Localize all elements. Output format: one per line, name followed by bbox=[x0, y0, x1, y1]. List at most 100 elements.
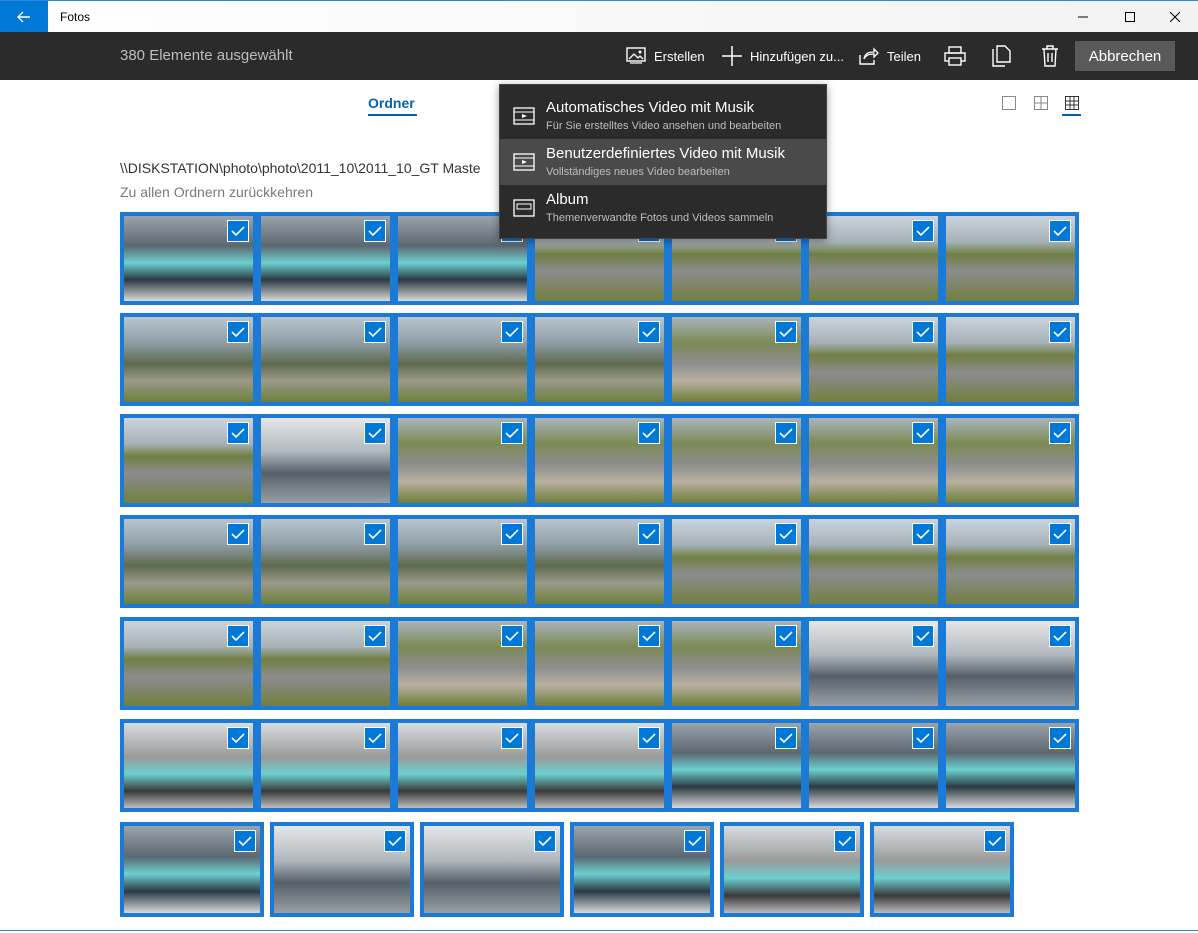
view-large-button[interactable] bbox=[1000, 94, 1018, 112]
photo-thumbnail[interactable] bbox=[805, 617, 942, 710]
selection-checkbox[interactable] bbox=[775, 321, 797, 343]
selection-checkbox[interactable] bbox=[912, 625, 934, 647]
photo-thumbnail[interactable] bbox=[531, 719, 668, 812]
photo-thumbnail[interactable] bbox=[942, 313, 1079, 406]
selection-checkbox[interactable] bbox=[364, 422, 386, 444]
selection-checkbox[interactable] bbox=[364, 220, 386, 242]
photo-thumbnail[interactable] bbox=[394, 617, 531, 710]
tab-folders[interactable]: Ordner bbox=[368, 95, 415, 111]
photo-thumbnail[interactable] bbox=[120, 313, 257, 406]
selection-checkbox[interactable] bbox=[364, 625, 386, 647]
photo-thumbnail[interactable] bbox=[257, 313, 394, 406]
photo-thumbnail[interactable] bbox=[257, 719, 394, 812]
selection-checkbox[interactable] bbox=[775, 523, 797, 545]
selection-checkbox[interactable] bbox=[364, 523, 386, 545]
photo-thumbnail[interactable] bbox=[942, 212, 1079, 305]
photo-thumbnail[interactable] bbox=[668, 414, 805, 507]
photo-thumbnail[interactable] bbox=[270, 822, 414, 917]
photo-thumbnail[interactable] bbox=[257, 212, 394, 305]
view-small-button[interactable] bbox=[1063, 94, 1081, 112]
selection-checkbox[interactable] bbox=[534, 830, 556, 852]
selection-checkbox[interactable] bbox=[501, 321, 523, 343]
view-medium-button[interactable] bbox=[1032, 94, 1050, 112]
photo-thumbnail[interactable] bbox=[394, 414, 531, 507]
photo-thumbnail[interactable] bbox=[942, 515, 1079, 608]
photo-thumbnail[interactable] bbox=[668, 313, 805, 406]
selection-checkbox[interactable] bbox=[912, 523, 934, 545]
selection-checkbox[interactable] bbox=[1049, 625, 1071, 647]
photo-thumbnail[interactable] bbox=[257, 617, 394, 710]
add-to-button[interactable]: Hinzufügen zu... bbox=[722, 32, 844, 80]
selection-checkbox[interactable] bbox=[227, 523, 249, 545]
selection-checkbox[interactable] bbox=[501, 625, 523, 647]
selection-checkbox[interactable] bbox=[227, 321, 249, 343]
photo-thumbnail[interactable] bbox=[120, 414, 257, 507]
minimize-button[interactable] bbox=[1060, 1, 1106, 33]
selection-checkbox[interactable] bbox=[912, 727, 934, 749]
photo-thumbnail[interactable] bbox=[120, 617, 257, 710]
photo-thumbnail[interactable] bbox=[942, 719, 1079, 812]
cancel-button[interactable]: Abbrechen bbox=[1075, 41, 1175, 71]
share-button[interactable]: Teilen bbox=[859, 32, 921, 80]
photo-thumbnail[interactable] bbox=[420, 822, 564, 917]
selection-checkbox[interactable] bbox=[984, 830, 1006, 852]
selection-checkbox[interactable] bbox=[775, 625, 797, 647]
selection-checkbox[interactable] bbox=[638, 523, 660, 545]
photo-thumbnail[interactable] bbox=[257, 515, 394, 608]
selection-checkbox[interactable] bbox=[384, 830, 406, 852]
photo-thumbnail[interactable] bbox=[720, 822, 864, 917]
selection-checkbox[interactable] bbox=[638, 422, 660, 444]
print-button[interactable] bbox=[935, 32, 975, 80]
menu-item-auto-video[interactable]: Automatisches Video mit Musik Für Sie er… bbox=[500, 93, 826, 139]
close-button[interactable] bbox=[1152, 1, 1198, 33]
menu-item-album[interactable]: Album Themenverwandte Fotos und Videos s… bbox=[500, 185, 826, 231]
photo-thumbnail[interactable] bbox=[942, 414, 1079, 507]
selection-checkbox[interactable] bbox=[364, 321, 386, 343]
delete-button[interactable] bbox=[1030, 32, 1070, 80]
selection-checkbox[interactable] bbox=[1049, 220, 1071, 242]
create-button[interactable]: Erstellen bbox=[626, 32, 705, 80]
photo-thumbnail[interactable] bbox=[257, 414, 394, 507]
selection-checkbox[interactable] bbox=[1049, 321, 1071, 343]
photo-thumbnail[interactable] bbox=[805, 313, 942, 406]
selection-checkbox[interactable] bbox=[1049, 422, 1071, 444]
photo-thumbnail[interactable] bbox=[120, 515, 257, 608]
selection-checkbox[interactable] bbox=[501, 422, 523, 444]
photo-thumbnail[interactable] bbox=[531, 617, 668, 710]
photo-thumbnail[interactable] bbox=[805, 414, 942, 507]
back-button[interactable] bbox=[0, 1, 48, 33]
menu-item-custom-video[interactable]: Benutzerdefiniertes Video mit Musik Voll… bbox=[500, 139, 826, 185]
selection-checkbox[interactable] bbox=[912, 220, 934, 242]
photo-thumbnail[interactable] bbox=[531, 313, 668, 406]
selection-checkbox[interactable] bbox=[638, 625, 660, 647]
photo-thumbnail[interactable] bbox=[120, 822, 264, 917]
photo-thumbnail[interactable] bbox=[394, 719, 531, 812]
selection-checkbox[interactable] bbox=[912, 321, 934, 343]
photo-thumbnail[interactable] bbox=[394, 515, 531, 608]
selection-checkbox[interactable] bbox=[227, 220, 249, 242]
selection-checkbox[interactable] bbox=[501, 523, 523, 545]
selection-checkbox[interactable] bbox=[501, 727, 523, 749]
selection-checkbox[interactable] bbox=[364, 727, 386, 749]
selection-checkbox[interactable] bbox=[684, 830, 706, 852]
back-to-folders-link[interactable]: Zu allen Ordnern zurückkehren bbox=[120, 184, 313, 200]
selection-checkbox[interactable] bbox=[775, 422, 797, 444]
photo-thumbnail[interactable] bbox=[942, 617, 1079, 710]
selection-checkbox[interactable] bbox=[1049, 523, 1071, 545]
photo-thumbnail[interactable] bbox=[394, 313, 531, 406]
photo-thumbnail[interactable] bbox=[668, 719, 805, 812]
photo-thumbnail[interactable] bbox=[668, 515, 805, 608]
photo-thumbnail[interactable] bbox=[120, 719, 257, 812]
selection-checkbox[interactable] bbox=[638, 321, 660, 343]
photo-thumbnail[interactable] bbox=[668, 617, 805, 710]
selection-checkbox[interactable] bbox=[834, 830, 856, 852]
photo-thumbnail[interactable] bbox=[870, 822, 1014, 917]
selection-checkbox[interactable] bbox=[227, 625, 249, 647]
photo-thumbnail[interactable] bbox=[120, 212, 257, 305]
selection-checkbox[interactable] bbox=[775, 727, 797, 749]
selection-checkbox[interactable] bbox=[1049, 727, 1071, 749]
selection-checkbox[interactable] bbox=[912, 422, 934, 444]
selection-checkbox[interactable] bbox=[227, 727, 249, 749]
photo-thumbnail[interactable] bbox=[805, 515, 942, 608]
photo-thumbnail[interactable] bbox=[531, 414, 668, 507]
